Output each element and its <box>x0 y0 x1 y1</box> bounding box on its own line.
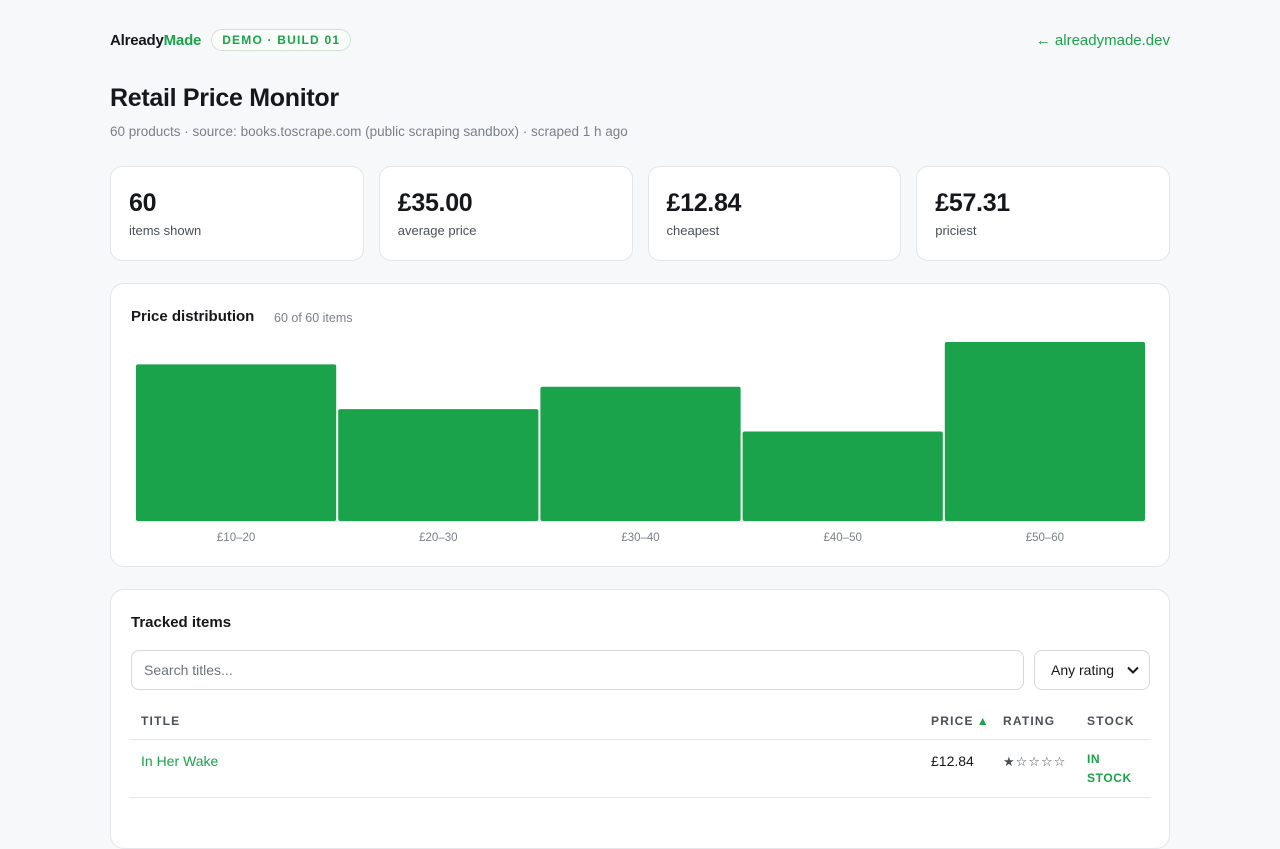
column-header-title[interactable]: TITLE <box>141 714 180 728</box>
stat-card-priciest: £57.31 priciest <box>916 166 1170 261</box>
stat-label: items shown <box>129 223 202 238</box>
stat-card-items: 60 items shown <box>110 166 364 261</box>
column-header-price[interactable]: PRICE ▲ <box>931 714 990 728</box>
table-title: Tracked items <box>131 614 232 631</box>
price-distribution-chart: £10–20 £20–30 £30–40 £40–50 £50–60 <box>135 342 1146 544</box>
chart-title: Price distribution <box>131 308 255 325</box>
bar-3[interactable] <box>540 386 741 521</box>
column-header-rating[interactable]: RATING <box>1003 714 1055 728</box>
back-link[interactable]: ← alreadymade.dev <box>1036 32 1170 49</box>
stat-label: priciest <box>935 223 977 238</box>
chevron-down-icon <box>1127 663 1139 677</box>
stat-cards: 60 items shown £35.00 average price £12.… <box>110 166 1170 261</box>
logo[interactable]: AlreadyMade <box>110 32 201 49</box>
search-input[interactable] <box>131 650 1024 690</box>
top-bar: AlreadyMade DEMO · BUILD 01 ← alreadymad… <box>110 28 1170 52</box>
item-stock-status: IN STOCK <box>1087 752 1132 785</box>
stat-card-cheapest: £12.84 cheapest <box>647 166 902 261</box>
sort-ascending-icon: ▲ <box>976 714 990 728</box>
item-price: £12.84 <box>931 753 974 769</box>
column-header-stock[interactable]: STOCK <box>1087 714 1135 728</box>
column-header-price-label: PRICE <box>931 714 974 728</box>
rating-filter-value: Any rating <box>1051 662 1115 678</box>
table-header: TITLE PRICE ▲ RATING STOCK <box>129 712 1151 740</box>
bar-2[interactable] <box>338 409 539 521</box>
item-rating: ★☆☆☆☆ <box>1003 754 1067 769</box>
x-tick-label: £20–30 <box>419 532 457 544</box>
price-distribution-card: £10–20 £20–30 £30–40 £40–50 £50–60 Price dis… <box>110 283 1170 567</box>
x-tick-label: £40–50 <box>824 532 862 544</box>
x-tick-label: £50–60 <box>1026 532 1064 544</box>
bar-5[interactable] <box>944 342 1145 521</box>
stat-value: £57.31 <box>935 189 1010 217</box>
chart-count: 60 of 60 items <box>274 311 353 325</box>
bar-4[interactable] <box>742 431 943 522</box>
item-title-link[interactable]: In Her Wake <box>141 753 218 769</box>
stat-label: cheapest <box>666 223 720 238</box>
stat-card-average: £35.00 average price <box>378 166 633 261</box>
page-subtitle: 60 products · source: books.toscrape.com… <box>110 124 628 139</box>
stat-value: £35.00 <box>397 189 473 217</box>
tracked-items-card: Tracked items Any rating TITLE PRICE▲ RA… <box>110 589 1170 849</box>
rating-filter-select[interactable]: Any rating <box>1034 650 1150 690</box>
stat-label: average price <box>397 223 477 238</box>
page-title: Retail Price Monitor <box>110 84 339 112</box>
stat-value: £12.84 <box>666 189 742 217</box>
stat-value: 60 <box>129 189 157 217</box>
x-tick-label: £30–40 <box>621 532 659 544</box>
x-tick-label: £10–20 <box>217 532 255 544</box>
table-row: In Her Wake £12.84 ★☆☆☆☆ IN STOCK <box>129 740 1151 798</box>
logo-part-2: Made <box>163 31 202 49</box>
bar-1[interactable] <box>136 364 337 521</box>
build-badge: DEMO · BUILD 01 <box>211 29 352 51</box>
logo-part-1: Already <box>110 31 164 49</box>
